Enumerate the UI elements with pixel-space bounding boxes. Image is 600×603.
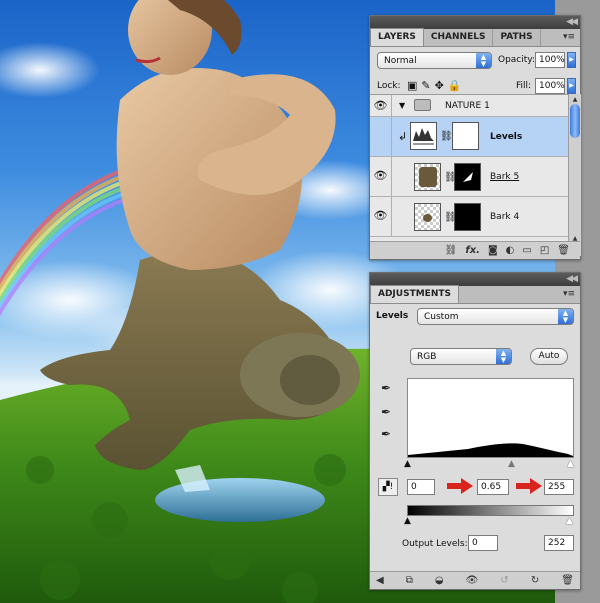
clip-to-layer-icon[interactable]: ◒ bbox=[435, 573, 444, 589]
fill-stepper[interactable]: ▶ bbox=[567, 78, 576, 94]
collapse-panel-icon[interactable]: ◀◀ bbox=[566, 17, 578, 28]
layers-scrollbar[interactable]: ▲ ▲ ▼ bbox=[568, 94, 581, 256]
layer-name: Levels bbox=[490, 132, 523, 142]
mask-link-icon[interactable]: ⛓ bbox=[440, 131, 453, 142]
link-layers-icon[interactable]: ⛓ bbox=[445, 243, 458, 259]
clipping-warning-icon[interactable]: ▞! bbox=[378, 478, 398, 496]
blend-mode-value: Normal bbox=[384, 56, 417, 66]
collapse-panel-icon[interactable]: ◀◀ bbox=[566, 274, 578, 285]
input-black-slider[interactable]: ▲ bbox=[404, 459, 411, 469]
scroll-up-icon[interactable]: ▲ bbox=[569, 96, 581, 103]
select-arrows-icon: ▲ ▼ bbox=[558, 309, 573, 324]
visibility-eye-icon[interactable]: 👁 bbox=[370, 197, 392, 236]
add-mask-icon[interactable]: ◙ bbox=[488, 243, 498, 259]
select-arrows-icon: ▲ ▼ bbox=[476, 53, 491, 68]
layer-name: Bark 4 bbox=[490, 212, 520, 222]
output-white-field[interactable]: 252 bbox=[544, 535, 574, 551]
opacity-label: Opacity: bbox=[498, 55, 535, 65]
layer-mask-thumbnail[interactable] bbox=[452, 122, 479, 150]
trash-icon[interactable]: 🗑 bbox=[557, 243, 570, 259]
layer-row-levels[interactable]: ↲ ⛓ Levels bbox=[370, 117, 568, 157]
tab-paths[interactable]: PATHS bbox=[493, 29, 541, 46]
layer-name: Bark 5 bbox=[490, 172, 520, 182]
expand-view-icon[interactable]: ⧉ bbox=[406, 573, 413, 589]
select-arrows-icon: ▲ ▼ bbox=[496, 349, 511, 364]
layer-name: NATURE 1 bbox=[445, 101, 490, 111]
panel-menu-icon[interactable]: ▾≡ bbox=[563, 289, 575, 299]
black-point-eyedropper-icon[interactable]: ✒ bbox=[381, 381, 391, 395]
input-white-slider[interactable]: ▲ bbox=[567, 459, 574, 469]
layer-mask-thumbnail[interactable] bbox=[454, 203, 481, 231]
output-levels-label: Output Levels: bbox=[402, 539, 468, 549]
lock-options-icons[interactable]: ▣✎✥🔒 bbox=[407, 79, 466, 92]
adjustments-tab-row: ADJUSTMENTS ▾≡ bbox=[370, 285, 580, 304]
histogram-graph bbox=[408, 443, 573, 457]
red-arrow-annotation bbox=[516, 478, 542, 494]
adjustments-panel: ◀◀ ADJUSTMENTS ▾≡ Levels Custom ▲ ▼ RGB ▲… bbox=[369, 272, 581, 590]
group-expand-icon[interactable]: ▼ bbox=[399, 101, 405, 110]
levels-histogram bbox=[407, 378, 574, 458]
fill-label: Fill: bbox=[516, 81, 532, 91]
clipping-arrow-icon: ↲ bbox=[398, 130, 408, 143]
white-point-eyedropper-icon[interactable]: ✒ bbox=[381, 427, 391, 441]
new-adjustment-layer-icon[interactable]: ◐ bbox=[506, 243, 515, 259]
layers-list: 👁 ▼ NATURE 1 ↲ ⛓ Levels 👁 ⛓ Bark 5 👁 ⛓ B… bbox=[370, 94, 568, 256]
output-white-slider[interactable]: ▲ bbox=[566, 516, 573, 526]
tab-layers[interactable]: LAYERS bbox=[370, 28, 424, 46]
channel-select[interactable]: RGB ▲ ▼ bbox=[410, 348, 512, 365]
opacity-input[interactable]: 100% bbox=[535, 52, 565, 68]
lock-label: Lock: bbox=[377, 81, 401, 91]
visibility-eye-icon[interactable]: 👁 bbox=[370, 95, 392, 116]
tab-adjustments[interactable]: ADJUSTMENTS bbox=[370, 285, 459, 303]
fx-icon[interactable]: fx. bbox=[465, 243, 480, 259]
input-gamma-field[interactable]: 0.65 bbox=[477, 479, 509, 495]
fill-input[interactable]: 100% bbox=[535, 78, 565, 94]
trash-icon[interactable]: 🗑 bbox=[561, 573, 574, 589]
visibility-toggle-empty[interactable] bbox=[370, 117, 392, 156]
output-black-field[interactable]: 0 bbox=[468, 535, 498, 551]
folder-icon bbox=[414, 99, 431, 111]
layer-row-bark-4[interactable]: 👁 ⛓ Bark 4 bbox=[370, 197, 568, 237]
back-arrow-icon[interactable]: ◀ bbox=[376, 573, 384, 589]
channel-value: RGB bbox=[417, 352, 437, 362]
layer-row-group[interactable]: 👁 ▼ NATURE 1 bbox=[370, 95, 568, 117]
visibility-eye-icon[interactable]: 👁 bbox=[370, 157, 392, 196]
layer-mask-thumbnail[interactable] bbox=[454, 163, 481, 191]
layer-thumbnail[interactable] bbox=[414, 203, 441, 231]
adjustments-bottom-toolbar: ◀ ⧉ ◒ 👁 ↺ ↻ 🗑 bbox=[370, 571, 580, 589]
red-arrow-annotation bbox=[447, 478, 473, 494]
reset-icon[interactable]: ↻ bbox=[531, 573, 539, 589]
scrollbar-thumb[interactable] bbox=[570, 104, 580, 138]
levels-histogram-icon bbox=[413, 128, 434, 145]
input-white-field[interactable]: 255 bbox=[544, 479, 574, 495]
input-black-field[interactable]: 0 bbox=[407, 479, 435, 495]
visibility-eye-icon[interactable]: 👁 bbox=[466, 573, 479, 589]
new-layer-icon[interactable]: ◰ bbox=[540, 243, 549, 259]
output-levels-gradient bbox=[407, 505, 574, 516]
preset-select[interactable]: Custom ▲ ▼ bbox=[417, 308, 574, 325]
input-gamma-slider[interactable]: ▲ bbox=[508, 459, 515, 469]
panel-menu-icon[interactable]: ▾≡ bbox=[563, 32, 575, 42]
blend-mode-select[interactable]: Normal ▲ ▼ bbox=[377, 52, 492, 69]
layer-row-bark-5[interactable]: 👁 ⛓ Bark 5 bbox=[370, 157, 568, 197]
output-black-slider[interactable]: ▲ bbox=[404, 516, 411, 526]
mask-shape bbox=[463, 172, 473, 182]
levels-adjustment-thumbnail[interactable] bbox=[410, 122, 437, 150]
auto-button[interactable]: Auto bbox=[530, 348, 568, 365]
tab-channels[interactable]: CHANNELS bbox=[424, 29, 494, 46]
new-group-icon[interactable]: ▭ bbox=[522, 243, 531, 259]
layers-panel: ◀◀ LAYERS CHANNELS PATHS ▾≡ Normal ▲ ▼ Op… bbox=[369, 15, 581, 260]
opacity-stepper[interactable]: ▶ bbox=[567, 52, 576, 68]
gray-point-eyedropper-icon[interactable]: ✒ bbox=[381, 405, 391, 419]
preset-value: Custom bbox=[424, 312, 459, 322]
layers-bottom-toolbar: ⛓ fx. ◙ ◐ ▭ ◰ 🗑 bbox=[370, 241, 580, 259]
layer-thumbnail[interactable] bbox=[414, 163, 441, 191]
adjustment-type-label: Levels bbox=[376, 311, 409, 321]
layers-tab-row: LAYERS CHANNELS PATHS ▾≡ bbox=[370, 28, 580, 47]
view-previous-icon[interactable]: ↺ bbox=[500, 573, 508, 589]
